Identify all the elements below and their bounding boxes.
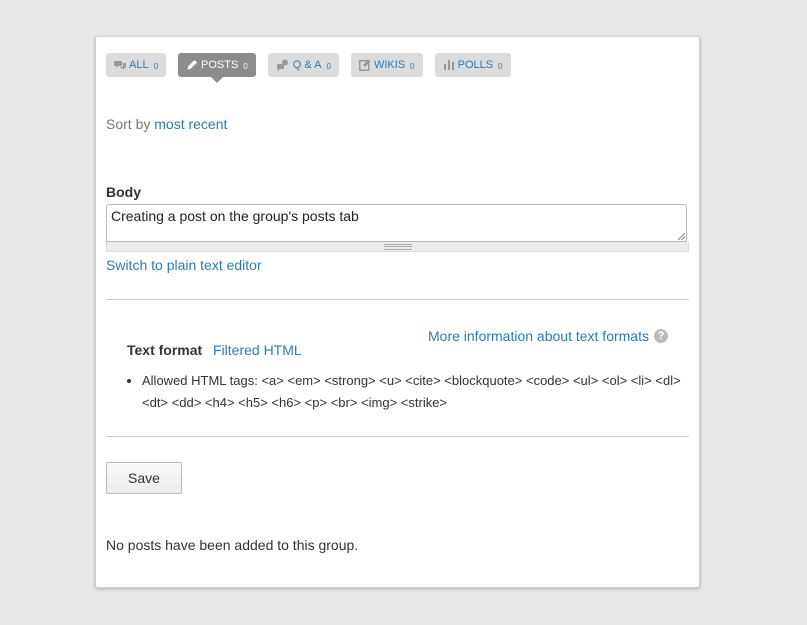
tab-posts-count: 0 <box>243 62 248 71</box>
pencil-icon <box>186 59 198 71</box>
tab-qa[interactable]: Q & A 0 <box>267 53 339 77</box>
tab-posts-label: POSTS <box>201 59 239 71</box>
sort-most-recent-link[interactable]: most recent <box>154 116 227 132</box>
text-format-select[interactable]: Filtered HTML <box>213 342 302 358</box>
filter-tips-list: Allowed HTML tags: <a> <em> <strong> <u>… <box>126 370 702 414</box>
tab-polls-count: 0 <box>498 62 503 71</box>
help-icon[interactable]: ? <box>654 329 668 343</box>
text-format-label: Text format <box>127 342 203 358</box>
group-content-panel: ALL 0 POSTS 0 Q & A 0 WIKIS 0 POLLS 0 So… <box>95 36 700 588</box>
tab-all[interactable]: ALL 0 <box>106 53 167 77</box>
tab-posts[interactable]: POSTS 0 <box>178 53 256 83</box>
divider <box>106 299 689 300</box>
more-info-text-formats: More information about text formats ? <box>428 328 668 344</box>
switch-to-plain-text-link[interactable]: Switch to plain text editor <box>106 257 262 273</box>
tab-polls[interactable]: POLLS 0 <box>434 53 511 77</box>
tab-wikis-count: 0 <box>410 62 415 71</box>
sort-prefix: Sort by <box>106 116 151 132</box>
more-info-text-formats-link[interactable]: More information about text formats <box>428 328 649 344</box>
tab-qa-count: 0 <box>326 62 331 71</box>
body-label: Body <box>106 184 141 200</box>
question-answer-icon <box>276 59 290 71</box>
tab-wikis[interactable]: WIKIS 0 <box>350 53 423 77</box>
editor-resize-grip[interactable] <box>106 242 689 252</box>
body-text: Creating a post on the group's posts tab <box>111 208 359 224</box>
tab-polls-label: POLLS <box>457 59 494 71</box>
body-editor[interactable]: Creating a post on the group's posts tab <box>106 204 687 242</box>
tab-all-label: ALL <box>129 59 149 71</box>
sort-control: Sort by most recent <box>106 116 227 132</box>
chat-bubbles-icon <box>114 59 126 71</box>
bar-chart-icon <box>443 59 455 71</box>
filter-tip-allowed-tags: Allowed HTML tags: <a> <em> <strong> <u>… <box>142 370 702 414</box>
divider <box>106 436 689 437</box>
tab-all-count: 0 <box>153 62 159 71</box>
save-button[interactable]: Save <box>106 462 182 494</box>
empty-posts-message: No posts have been added to this group. <box>106 537 359 553</box>
resize-corner-icon[interactable] <box>678 233 685 240</box>
tab-qa-label: Q & A <box>292 59 322 71</box>
edit-document-icon <box>358 59 371 71</box>
content-type-tabs: ALL 0 POSTS 0 Q & A 0 WIKIS 0 POLLS 0 <box>106 53 511 83</box>
tab-wikis-label: WIKIS <box>373 59 406 71</box>
